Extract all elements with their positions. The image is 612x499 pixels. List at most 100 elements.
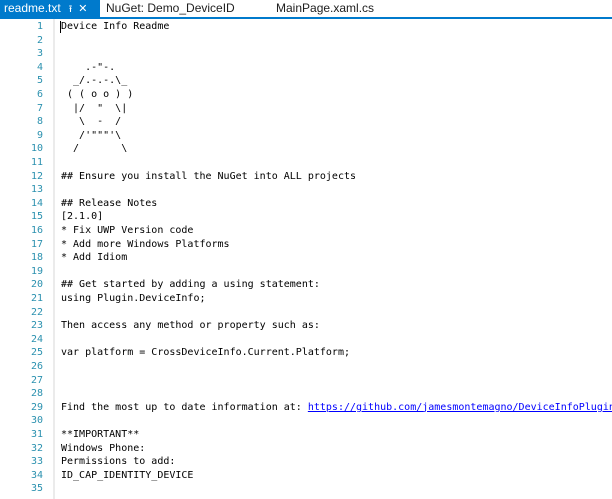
tab-readme[interactable]: readme.txt ⭱ ✕ — [0, 0, 100, 17]
line-text[interactable]: _/.-.-.\_ — [61, 74, 127, 88]
line-content: \ - / — [61, 116, 122, 128]
line-content: [2.1.0] — [61, 211, 104, 223]
line-text[interactable]: **IMPORTANT** — [61, 428, 139, 442]
line-content: ## Ensure you install the NuGet into ALL… — [61, 170, 357, 182]
line-text[interactable]: Device Info Readme — [61, 20, 169, 34]
line-number: 3 — [36, 48, 43, 60]
editor-line[interactable]: 29 Find the most up to date information a… — [0, 401, 612, 415]
editor-line[interactable]: 31 **IMPORTANT** — [0, 428, 612, 442]
line-text[interactable]: var platform = CrossDeviceInfo.Current.P… — [61, 346, 350, 360]
line-number: 6 — [36, 89, 43, 100]
line-content: Find the most up to date information at: — [61, 401, 308, 413]
editor-line[interactable]: 30 — [0, 414, 612, 428]
editor-line[interactable]: 1 Device Info Readme — [0, 20, 612, 34]
editor-line[interactable]: 17 * Add more Windows Platforms — [0, 238, 612, 252]
editor-line[interactable]: 18 * Add Idiom — [0, 251, 612, 265]
editor-line[interactable]: 33 Permissions to add: — [0, 455, 612, 469]
line-number: 5 — [36, 75, 43, 87]
editor-line[interactable]: 12 ## Ensure you install the NuGet into A… — [0, 170, 612, 184]
line-content: Windows Phone: — [61, 442, 146, 454]
line-number: 12 — [30, 170, 43, 182]
hyperlink[interactable]: https://github.com/jamesmontemagno/Devic… — [308, 402, 612, 413]
line-text[interactable]: .-"-. — [61, 61, 115, 75]
line-number: 10 — [30, 143, 43, 155]
editor-line[interactable]: 2 — [0, 34, 612, 48]
line-number: 11 — [30, 157, 43, 168]
tab-nuget[interactable]: NuGet: Demo_DeviceID — [106, 0, 235, 17]
close-icon[interactable]: ✕ — [78, 1, 87, 18]
editor-line[interactable]: 6 ( ( o o ) ) — [0, 88, 612, 102]
line-text[interactable]: ## Ensure you install the NuGet into ALL… — [61, 170, 356, 184]
line-text[interactable]: Permissions to add: — [61, 455, 175, 469]
editor-line[interactable]: 5 _/.-.-.\_ — [0, 74, 612, 88]
line-number: 23 — [30, 320, 43, 332]
line-number: 2 — [36, 34, 43, 46]
line-content: /'"""'\ — [61, 129, 122, 141]
line-content: Permissions to add: — [61, 456, 176, 468]
editor-line[interactable]: 7 |/ " \| — [0, 102, 612, 116]
editor-line[interactable]: 22 — [0, 306, 612, 320]
text-editor[interactable]: 1 Device Info Readme 2 3 4 .-"-. 5 _/.-.-.\_ 6… — [0, 19, 612, 499]
line-number: 33 — [30, 456, 43, 468]
editor-line[interactable]: 16 * Fix UWP Version code — [0, 224, 612, 238]
editor-line[interactable]: 8 \ - / — [0, 115, 612, 129]
line-text[interactable]: ## Release Notes — [61, 197, 157, 211]
editor-line[interactable]: 11 — [0, 156, 612, 170]
editor-line[interactable]: 34 ID_CAP_IDENTITY_DEVICE — [0, 469, 612, 483]
editor-line[interactable]: 13 — [0, 183, 612, 197]
line-text[interactable]: /'"""'\ — [61, 129, 121, 143]
editor-line[interactable]: 4 .-"-. — [0, 61, 612, 75]
line-text[interactable]: \ - / — [61, 115, 121, 129]
tab-mainpage[interactable]: MainPage.xaml.cs — [276, 0, 374, 17]
line-number: 18 — [30, 252, 43, 264]
editor-line[interactable]: 19 — [0, 265, 612, 279]
editor-line[interactable]: 23 Then access any method or property suc… — [0, 319, 612, 333]
line-number: 15 — [30, 211, 43, 223]
line-number: 29 — [30, 401, 43, 413]
line-number: 4 — [36, 61, 43, 73]
editor-line[interactable]: 21 using Plugin.DeviceInfo; — [0, 292, 612, 306]
editor-line[interactable]: 24 — [0, 333, 612, 347]
editor-line[interactable]: 3 — [0, 47, 612, 61]
line-content: * Add Idiom — [61, 252, 128, 264]
editor-line[interactable]: 10 / \ — [0, 142, 612, 156]
line-content: **IMPORTANT** — [61, 429, 140, 440]
line-number: 9 — [36, 129, 43, 141]
line-text[interactable]: * Add more Windows Platforms — [61, 238, 230, 252]
line-number: 28 — [30, 388, 43, 400]
line-text[interactable]: Find the most up to date information at:… — [61, 401, 612, 415]
line-text[interactable]: ( ( o o ) ) — [61, 88, 133, 102]
line-number: 30 — [30, 415, 43, 427]
line-text[interactable]: * Fix UWP Version code — [61, 224, 193, 238]
line-text[interactable]: / \ — [61, 142, 127, 156]
pin-icon[interactable]: ⭱ — [69, 1, 73, 18]
line-text[interactable]: [2.1.0] — [61, 210, 103, 224]
line-content: var platform = CrossDeviceInfo.Current.P… — [61, 347, 350, 359]
line-text[interactable]: |/ " \| — [61, 102, 127, 116]
editor-line[interactable]: 9 /'"""'\ — [0, 129, 612, 143]
line-text[interactable]: Windows Phone: — [61, 442, 145, 456]
line-text[interactable]: using Plugin.DeviceInfo; — [61, 292, 206, 306]
line-text[interactable]: ID_CAP_IDENTITY_DEVICE — [61, 469, 193, 483]
line-content: / \ — [61, 143, 128, 155]
editor-line[interactable]: 15 [2.1.0] — [0, 210, 612, 224]
editor-line[interactable]: 14 ## Release Notes — [0, 197, 612, 211]
document-tab-bar: readme.txt ⭱ ✕ NuGet: Demo_DeviceID MainPa… — [0, 0, 612, 19]
line-text[interactable]: * Add Idiom — [61, 251, 127, 265]
editor-line[interactable]: 28 — [0, 387, 612, 401]
editor-line[interactable]: 35 — [0, 482, 612, 496]
line-number: 27 — [30, 374, 43, 386]
line-number: 34 — [30, 469, 43, 481]
line-number: 19 — [30, 265, 43, 277]
editor-line[interactable]: 27 — [0, 374, 612, 388]
line-number: 22 — [30, 306, 43, 318]
tab-label: MainPage.xaml.cs — [276, 1, 375, 15]
line-text[interactable]: ## Get started by adding a using stateme… — [61, 278, 320, 292]
line-number: 31 — [30, 429, 43, 440]
editor-line[interactable]: 20 ## Get started by adding a using state… — [0, 278, 612, 292]
editor-line[interactable]: 26 — [0, 360, 612, 374]
editor-line[interactable]: 32 Windows Phone: — [0, 442, 612, 456]
editor-line[interactable]: 25 var platform = CrossDeviceInfo.Current… — [0, 346, 612, 360]
tab-label: NuGet: Demo_DeviceID — [106, 1, 235, 15]
line-text[interactable]: Then access any method or property such … — [61, 319, 320, 333]
